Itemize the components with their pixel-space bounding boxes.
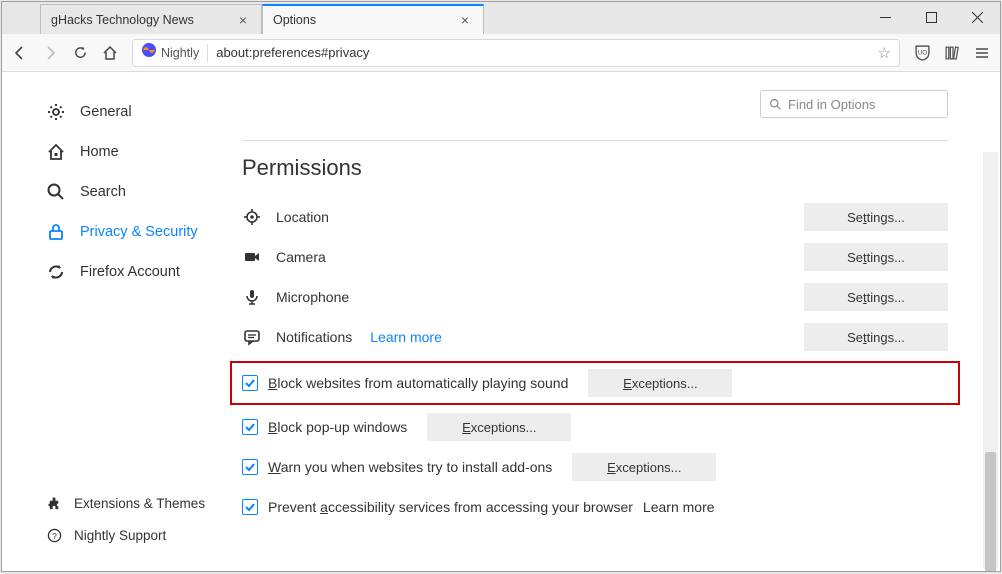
- firefox-logo-icon: [141, 42, 157, 63]
- microphone-icon: [242, 287, 262, 307]
- search-icon: [769, 98, 782, 111]
- permission-notifications: Notifications Learn more Settings...: [242, 317, 948, 357]
- location-icon: [242, 207, 262, 227]
- accessibility-learn-more-link[interactable]: Learn more: [643, 499, 715, 515]
- permission-camera: Camera Settings...: [242, 237, 948, 277]
- permission-label: Microphone: [276, 289, 349, 305]
- notifications-settings-button[interactable]: Settings...: [804, 323, 948, 351]
- permission-label: Camera: [276, 249, 326, 265]
- help-icon: ?: [46, 527, 62, 543]
- block-sound-label: Block websites from automatically playin…: [268, 375, 568, 391]
- block-popup-checkbox[interactable]: [242, 419, 258, 435]
- tab-ghacks[interactable]: gHacks Technology News ×: [40, 4, 262, 34]
- tab-close-icon[interactable]: ×: [457, 12, 473, 28]
- preferences-main: Find in Options Permissions Location Set…: [242, 72, 1000, 571]
- sidebar-item-privacy[interactable]: Privacy & Security: [46, 212, 242, 252]
- block-sound-exceptions-button[interactable]: Exceptions...: [588, 369, 732, 397]
- lock-icon: [46, 222, 66, 242]
- sidebar-item-general[interactable]: General: [46, 92, 242, 132]
- identity-label: Nightly: [161, 46, 199, 60]
- url-text[interactable]: about:preferences#privacy: [208, 45, 869, 60]
- warn-install-exceptions-button[interactable]: Exceptions...: [572, 453, 716, 481]
- home-icon: [46, 142, 66, 162]
- prevent-accessibility-checkbox[interactable]: [242, 499, 258, 515]
- sidebar-item-search[interactable]: Search: [46, 172, 242, 212]
- puzzle-icon: [46, 495, 62, 511]
- tab-title: gHacks Technology News: [51, 13, 194, 27]
- permission-microphone: Microphone Settings...: [242, 277, 948, 317]
- sidebar-item-label: General: [80, 104, 132, 120]
- section-divider: [242, 140, 948, 141]
- window-maximize-button[interactable]: [908, 2, 954, 32]
- search-icon: [46, 182, 66, 202]
- warn-install-label: Warn you when websites try to install ad…: [268, 459, 552, 475]
- ublock-icon[interactable]: UO: [908, 39, 936, 67]
- home-button[interactable]: [96, 39, 124, 67]
- sidebar-item-label: Search: [80, 184, 126, 200]
- block-sound-checkbox[interactable]: [242, 375, 258, 391]
- sidebar-item-label: Firefox Account: [80, 264, 180, 280]
- library-icon[interactable]: [938, 39, 966, 67]
- tab-options[interactable]: Options ×: [262, 4, 484, 34]
- svg-text:?: ?: [52, 530, 57, 540]
- menu-icon[interactable]: [968, 39, 996, 67]
- sidebar-extensions[interactable]: Extensions & Themes: [46, 487, 205, 519]
- search-placeholder: Find in Options: [788, 97, 875, 112]
- sidebar-support[interactable]: ? Nightly Support: [46, 519, 205, 551]
- url-bar[interactable]: Nightly about:preferences#privacy ☆: [132, 39, 900, 67]
- prevent-accessibility-label: Prevent accessibility services from acce…: [268, 499, 633, 515]
- find-in-options-input[interactable]: Find in Options: [760, 90, 948, 118]
- sidebar-item-label: Privacy & Security: [80, 224, 198, 240]
- tab-close-icon[interactable]: ×: [235, 12, 251, 28]
- gear-icon: [46, 102, 66, 122]
- permission-label: Notifications: [276, 329, 352, 345]
- scroll-thumb[interactable]: [985, 452, 996, 571]
- scrollbar[interactable]: [983, 152, 998, 569]
- location-settings-button[interactable]: Settings...: [804, 203, 948, 231]
- microphone-settings-button[interactable]: Settings...: [804, 283, 948, 311]
- bookmark-star-icon[interactable]: ☆: [870, 44, 899, 62]
- navigation-toolbar: Nightly about:preferences#privacy ☆ UO: [2, 34, 1000, 72]
- preferences-sidebar: General Home Search Privacy & Security F…: [2, 72, 242, 571]
- tab-title: Options: [273, 13, 316, 27]
- block-popup-exceptions-button[interactable]: Exceptions...: [427, 413, 571, 441]
- section-title: Permissions: [242, 155, 948, 181]
- permission-label: Location: [276, 209, 329, 225]
- back-button[interactable]: [6, 39, 34, 67]
- camera-settings-button[interactable]: Settings...: [804, 243, 948, 271]
- notifications-learn-more-link[interactable]: Learn more: [370, 329, 442, 345]
- sidebar-item-label: Nightly Support: [74, 528, 166, 543]
- window-minimize-button[interactable]: [862, 2, 908, 32]
- sync-icon: [46, 262, 66, 282]
- window-titlebar: gHacks Technology News × Options ×: [2, 2, 1000, 34]
- forward-button[interactable]: [36, 39, 64, 67]
- highlighted-block-sound: Block websites from automatically playin…: [230, 361, 960, 405]
- sidebar-item-label: Home: [80, 144, 119, 160]
- camera-icon: [242, 247, 262, 267]
- block-popup-label: Block pop-up windows: [268, 419, 407, 435]
- window-close-button[interactable]: [954, 2, 1000, 32]
- sidebar-item-label: Extensions & Themes: [74, 496, 205, 511]
- sidebar-item-home[interactable]: Home: [46, 132, 242, 172]
- sidebar-item-account[interactable]: Firefox Account: [46, 252, 242, 292]
- warn-install-checkbox[interactable]: [242, 459, 258, 475]
- svg-text:UO: UO: [917, 50, 927, 57]
- permission-location: Location Settings...: [242, 197, 948, 237]
- notification-icon: [242, 327, 262, 347]
- reload-button[interactable]: [66, 39, 94, 67]
